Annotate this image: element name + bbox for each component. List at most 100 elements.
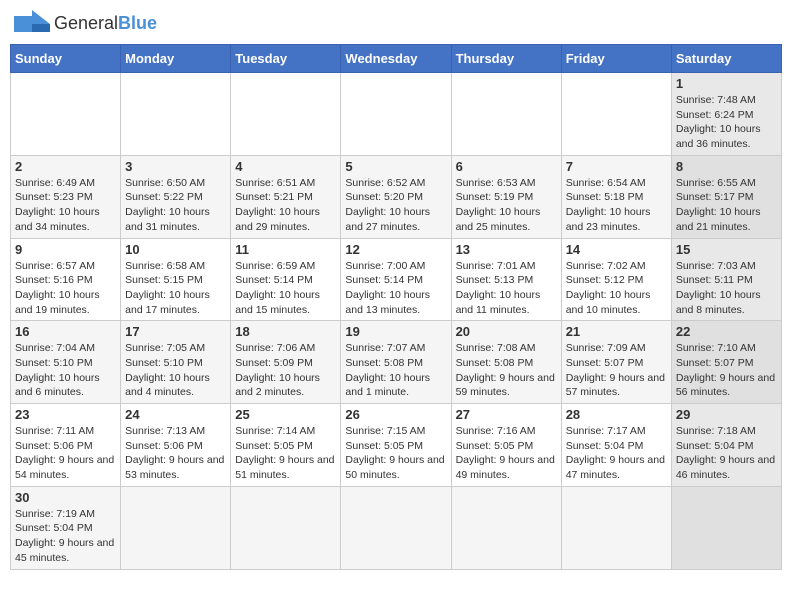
calendar-cell: 29 Sunrise: 7:18 AM Sunset: 5:04 PM Dayli… [671,404,781,487]
calendar-cell: 12 Sunrise: 7:00 AM Sunset: 5:14 PM Dayli… [341,238,451,321]
calendar-cell [341,486,451,569]
day-info: Sunrise: 7:17 AM Sunset: 5:04 PM Dayligh… [566,424,667,483]
day-number: 10 [125,242,226,257]
day-info: Sunrise: 7:19 AM Sunset: 5:04 PM Dayligh… [15,507,116,566]
calendar-cell [121,73,231,156]
calendar-cell: 11 Sunrise: 6:59 AM Sunset: 5:14 PM Dayli… [231,238,341,321]
calendar-week-5: 23 Sunrise: 7:11 AM Sunset: 5:06 PM Dayli… [11,404,782,487]
day-header-thursday: Thursday [451,45,561,73]
day-number: 20 [456,324,557,339]
logo-icon [14,10,50,38]
calendar-cell: 7 Sunrise: 6:54 AM Sunset: 5:18 PM Daylig… [561,155,671,238]
day-info: Sunrise: 7:04 AM Sunset: 5:10 PM Dayligh… [15,341,116,400]
day-number: 12 [345,242,446,257]
day-number: 21 [566,324,667,339]
day-header-wednesday: Wednesday [341,45,451,73]
day-info: Sunrise: 7:06 AM Sunset: 5:09 PM Dayligh… [235,341,336,400]
day-header-sunday: Sunday [11,45,121,73]
day-info: Sunrise: 7:48 AM Sunset: 6:24 PM Dayligh… [676,93,777,152]
day-number: 19 [345,324,446,339]
day-info: Sunrise: 7:00 AM Sunset: 5:14 PM Dayligh… [345,259,446,318]
calendar-cell: 2Sunrise: 6:49 AM Sunset: 5:23 PM Daylig… [11,155,121,238]
day-number: 25 [235,407,336,422]
calendar-cell: 14Sunrise: 7:02 AM Sunset: 5:12 PM Dayli… [561,238,671,321]
logo: GeneralBlue [14,10,157,38]
day-number: 13 [456,242,557,257]
day-number: 11 [235,242,336,257]
calendar-cell: 3Sunrise: 6:50 AM Sunset: 5:22 PM Daylig… [121,155,231,238]
day-header-saturday: Saturday [671,45,781,73]
day-info: Sunrise: 7:18 AM Sunset: 5:04 PM Dayligh… [676,424,777,483]
day-number: 15 [676,242,777,257]
day-info: Sunrise: 7:03 AM Sunset: 5:11 PM Dayligh… [676,259,777,318]
day-number: 14 [566,242,667,257]
calendar-cell [561,73,671,156]
calendar-cell: 17Sunrise: 7:05 AM Sunset: 5:10 PM Dayli… [121,321,231,404]
day-number: 4 [235,159,336,174]
calendar-week-2: 2Sunrise: 6:49 AM Sunset: 5:23 PM Daylig… [11,155,782,238]
calendar-week-6: 30 Sunrise: 7:19 AM Sunset: 5:04 PM Dayli… [11,486,782,569]
day-info: Sunrise: 7:07 AM Sunset: 5:08 PM Dayligh… [345,341,446,400]
calendar-cell [231,486,341,569]
day-info: Sunrise: 6:57 AM Sunset: 5:16 PM Dayligh… [15,259,116,318]
day-header-friday: Friday [561,45,671,73]
day-number: 8 [676,159,777,174]
calendar-cell: 28 Sunrise: 7:17 AM Sunset: 5:04 PM Dayli… [561,404,671,487]
page-header: GeneralBlue [10,10,782,38]
day-number: 7 [566,159,667,174]
day-info: Sunrise: 7:11 AM Sunset: 5:06 PM Dayligh… [15,424,116,483]
day-number: 30 [15,490,116,505]
day-info: Sunrise: 7:13 AM Sunset: 5:06 PM Dayligh… [125,424,226,483]
day-number: 5 [345,159,446,174]
day-number: 29 [676,407,777,422]
calendar-cell: 30 Sunrise: 7:19 AM Sunset: 5:04 PM Dayli… [11,486,121,569]
calendar-cell: 27 Sunrise: 7:16 AM Sunset: 5:05 PM Dayli… [451,404,561,487]
day-info: Sunrise: 6:53 AM Sunset: 5:19 PM Dayligh… [456,176,557,235]
day-info: Sunrise: 7:09 AM Sunset: 5:07 PM Dayligh… [566,341,667,400]
calendar-cell: 21 Sunrise: 7:09 AM Sunset: 5:07 PM Dayli… [561,321,671,404]
day-info: Sunrise: 6:59 AM Sunset: 5:14 PM Dayligh… [235,259,336,318]
day-number: 2 [15,159,116,174]
day-info: Sunrise: 6:55 AM Sunset: 5:17 PM Dayligh… [676,176,777,235]
day-info: Sunrise: 7:08 AM Sunset: 5:08 PM Dayligh… [456,341,557,400]
calendar-cell [671,486,781,569]
calendar-cell: 20 Sunrise: 7:08 AM Sunset: 5:08 PM Dayli… [451,321,561,404]
calendar-cell: 6 Sunrise: 6:53 AM Sunset: 5:19 PM Daylig… [451,155,561,238]
calendar-header: SundayMondayTuesdayWednesdayThursdayFrid… [11,45,782,73]
day-header-tuesday: Tuesday [231,45,341,73]
day-info: Sunrise: 7:16 AM Sunset: 5:05 PM Dayligh… [456,424,557,483]
day-number: 22 [676,324,777,339]
day-info: Sunrise: 6:50 AM Sunset: 5:22 PM Dayligh… [125,176,226,235]
calendar-cell: 4Sunrise: 6:51 AM Sunset: 5:21 PM Daylig… [231,155,341,238]
calendar-week-1: 1Sunrise: 7:48 AM Sunset: 6:24 PM Daylig… [11,73,782,156]
day-info: Sunrise: 6:58 AM Sunset: 5:15 PM Dayligh… [125,259,226,318]
calendar-cell: 1Sunrise: 7:48 AM Sunset: 6:24 PM Daylig… [671,73,781,156]
day-number: 6 [456,159,557,174]
day-number: 27 [456,407,557,422]
day-info: Sunrise: 7:10 AM Sunset: 5:07 PM Dayligh… [676,341,777,400]
calendar-cell [451,486,561,569]
calendar-table: SundayMondayTuesdayWednesdayThursdayFrid… [10,44,782,570]
calendar-week-3: 9Sunrise: 6:57 AM Sunset: 5:16 PM Daylig… [11,238,782,321]
calendar-cell: 13 Sunrise: 7:01 AM Sunset: 5:13 PM Dayli… [451,238,561,321]
day-number: 28 [566,407,667,422]
calendar-cell: 15 Sunrise: 7:03 AM Sunset: 5:11 PM Dayli… [671,238,781,321]
calendar-cell: 16 Sunrise: 7:04 AM Sunset: 5:10 PM Dayli… [11,321,121,404]
day-info: Sunrise: 6:52 AM Sunset: 5:20 PM Dayligh… [345,176,446,235]
day-number: 26 [345,407,446,422]
day-info: Sunrise: 7:15 AM Sunset: 5:05 PM Dayligh… [345,424,446,483]
calendar-cell: 23 Sunrise: 7:11 AM Sunset: 5:06 PM Dayli… [11,404,121,487]
calendar-cell [451,73,561,156]
calendar-cell [11,73,121,156]
calendar-cell: 18 Sunrise: 7:06 AM Sunset: 5:09 PM Dayli… [231,321,341,404]
day-header-row: SundayMondayTuesdayWednesdayThursdayFrid… [11,45,782,73]
day-info: Sunrise: 6:54 AM Sunset: 5:18 PM Dayligh… [566,176,667,235]
day-info: Sunrise: 7:01 AM Sunset: 5:13 PM Dayligh… [456,259,557,318]
day-header-monday: Monday [121,45,231,73]
day-number: 23 [15,407,116,422]
calendar-cell [561,486,671,569]
day-number: 16 [15,324,116,339]
calendar-cell: 9Sunrise: 6:57 AM Sunset: 5:16 PM Daylig… [11,238,121,321]
day-number: 18 [235,324,336,339]
calendar-cell: 19 Sunrise: 7:07 AM Sunset: 5:08 PM Dayli… [341,321,451,404]
